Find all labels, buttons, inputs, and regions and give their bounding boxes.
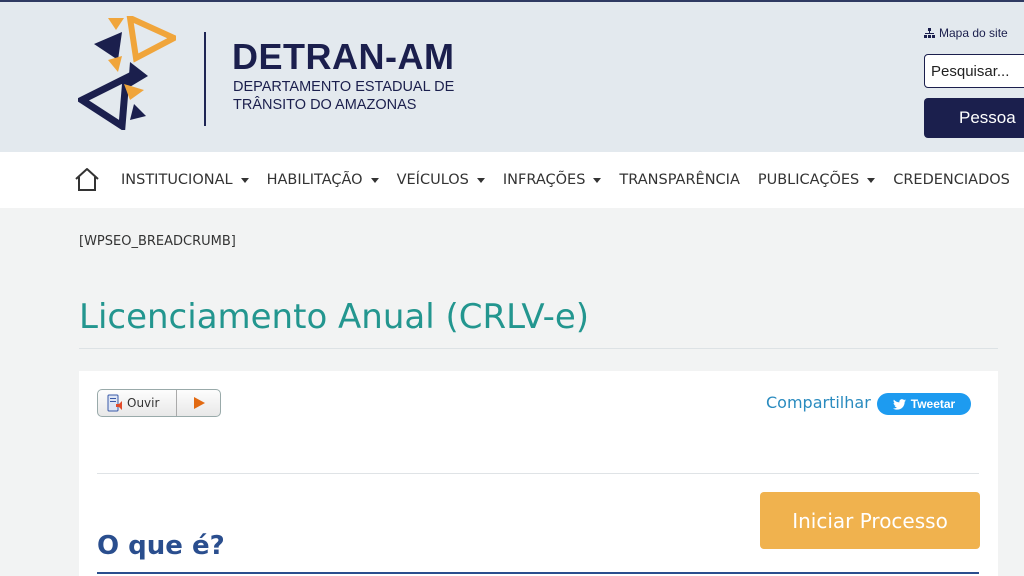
section-divider xyxy=(97,572,979,574)
title-divider xyxy=(79,348,998,349)
caret-down-icon xyxy=(593,177,602,183)
brand-subtitle: DEPARTAMENTO ESTADUAL DE TRÂNSITO DO AMA… xyxy=(233,78,454,114)
caret-down-icon xyxy=(867,177,876,183)
caret-down-icon xyxy=(240,177,249,183)
nav-item-habilitacao[interactable]: HABILITAÇÃO xyxy=(267,172,379,188)
nav-item-institucional[interactable]: INSTITUCIONAL xyxy=(121,172,249,188)
ouvir-label: Ouvir xyxy=(127,396,160,410)
pessoa-button[interactable]: Pessoa xyxy=(924,98,1024,138)
tweet-button[interactable]: Tweetar xyxy=(877,393,971,415)
caret-down-icon xyxy=(370,177,379,183)
main-nav: INSTITUCIONAL HABILITAÇÃO VEÍCULOS INFRA… xyxy=(0,152,1024,208)
site-header: DETRAN-AM DEPARTAMENTO ESTADUAL DE TRÂNS… xyxy=(0,0,1024,152)
sitemap-label: Mapa do site xyxy=(939,26,1008,40)
card-divider xyxy=(97,473,979,474)
nav-item-credenciados[interactable]: CREDENCIADOS xyxy=(893,172,1010,188)
tweet-label: Tweetar xyxy=(910,397,956,411)
nav-item-label: HABILITAÇÃO xyxy=(266,172,363,188)
breadcrumb: [WPSEO_BREADCRUMB] xyxy=(79,234,236,249)
page-title: Licenciamento Anual (CRLV-e) xyxy=(79,297,590,337)
brand-subtitle-line2: TRÂNSITO DO AMAZONAS xyxy=(233,97,417,113)
home-icon[interactable] xyxy=(74,166,100,192)
nav-item-transparencia[interactable]: TRANSPARÊNCIA xyxy=(619,172,739,188)
brand-title[interactable]: DETRAN-AM xyxy=(232,36,454,78)
nav-item-label: VEÍCULOS xyxy=(396,172,469,188)
share-label: Compartilhar xyxy=(766,393,871,412)
nav-item-infracoes[interactable]: INFRAÇÕES xyxy=(503,172,602,188)
nav-item-publicacoes[interactable]: PUBLICAÇÕES xyxy=(757,172,876,188)
content-card: Ouvir Compartilhar Tweetar Iniciar Proce… xyxy=(79,371,998,576)
nav-item-label: PUBLICAÇÕES xyxy=(757,172,860,188)
twitter-bird-icon xyxy=(892,398,906,410)
nav-item-label: INFRAÇÕES xyxy=(502,172,586,188)
detran-logo-icon[interactable] xyxy=(78,16,176,130)
nav-item-veiculos[interactable]: VEÍCULOS xyxy=(397,172,485,188)
caret-down-icon xyxy=(476,177,485,183)
nav-item-label: CREDENCIADOS xyxy=(893,172,1010,188)
ouvir-button[interactable]: Ouvir xyxy=(97,389,221,417)
nav-item-label: TRANSPARÊNCIA xyxy=(619,172,740,188)
section-title: O que é? xyxy=(97,531,225,561)
search-input[interactable] xyxy=(924,54,1024,88)
sitemap-icon xyxy=(924,28,935,38)
play-button[interactable] xyxy=(176,390,220,416)
nav-item-label: INSTITUCIONAL xyxy=(121,172,233,188)
brand-subtitle-line1: DEPARTAMENTO ESTADUAL DE xyxy=(233,79,455,95)
iniciar-processo-button[interactable]: Iniciar Processo xyxy=(760,492,980,549)
sitemap-link[interactable]: Mapa do site xyxy=(924,26,1008,40)
speaker-icon xyxy=(107,394,122,412)
nav-items: INSTITUCIONAL HABILITAÇÃO VEÍCULOS INFRA… xyxy=(121,152,1024,208)
logo-divider xyxy=(204,32,206,126)
play-icon xyxy=(193,397,205,409)
